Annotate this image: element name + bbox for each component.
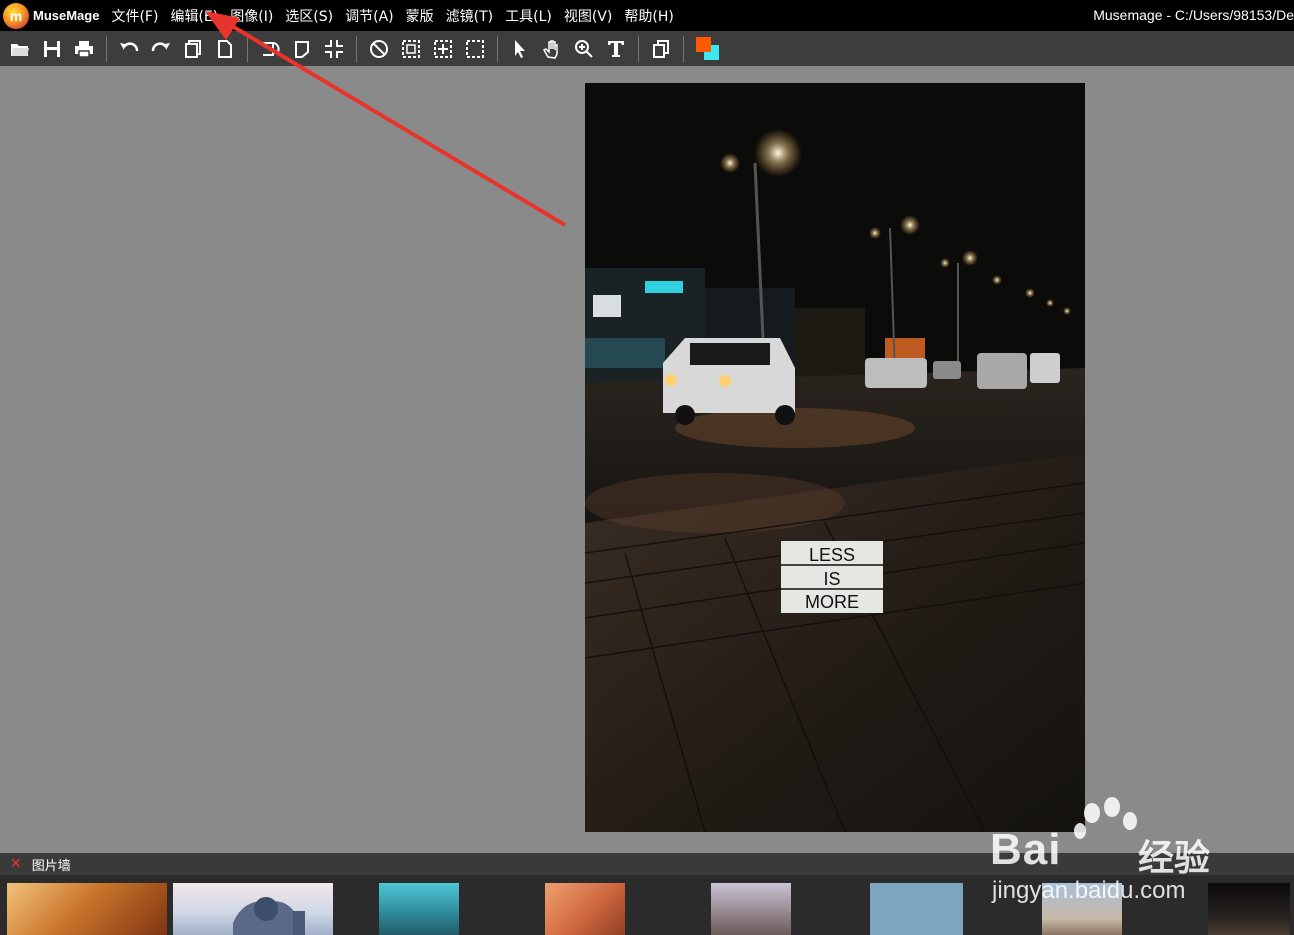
pointer-button[interactable] [506, 35, 534, 63]
toolbar-separator [356, 35, 357, 62]
pointer-icon [515, 39, 525, 58]
toolbar-separator [106, 35, 107, 62]
cathedral-silhouette [233, 897, 305, 935]
menu-image[interactable]: 图像(I) [224, 6, 279, 26]
deselect-button[interactable] [365, 35, 393, 63]
thumbnail-pizza[interactable] [7, 883, 167, 935]
toolbar-separator [247, 35, 248, 62]
layers-button[interactable] [647, 35, 675, 63]
less-is-more-sign: LESS IS MORE [781, 541, 883, 613]
image-wall-title: 图片墙 [31, 858, 71, 874]
text-button[interactable] [602, 35, 630, 63]
menu-help[interactable]: 帮助(H) [618, 6, 679, 26]
transform-select-button[interactable] [429, 35, 457, 63]
color-swatch[interactable] [694, 35, 722, 63]
layers-icon [653, 39, 669, 58]
toolbar [0, 31, 1294, 66]
window-title: Musemage - C:/Users/98153/De [1093, 7, 1294, 23]
rotate-right-button[interactable] [288, 35, 316, 63]
rotate-left-icon [263, 41, 280, 56]
toolbar-separator [638, 35, 639, 62]
marquee-button[interactable] [461, 35, 489, 63]
menu-adjust[interactable]: 调节(A) [339, 6, 400, 26]
thumbnail-lake[interactable] [379, 883, 459, 935]
deselect-icon [370, 39, 388, 58]
crop-button[interactable] [320, 35, 348, 63]
copy-icon [185, 39, 201, 58]
sign-line-3: MORE [805, 592, 859, 612]
menu-mask[interactable]: 蒙版 [400, 6, 440, 26]
watermark-brand: Bai [990, 825, 1062, 874]
hand-icon [542, 39, 558, 59]
menu-view[interactable]: 视图(V) [558, 6, 619, 26]
menu-filter[interactable]: 滤镜(T) [440, 6, 499, 26]
new-icon [218, 39, 232, 58]
toolbar-separator [497, 35, 498, 62]
print-icon [75, 40, 93, 58]
save-icon [44, 40, 60, 57]
text-icon [608, 40, 624, 57]
musemage-logo-icon: m [3, 2, 29, 29]
menu-select[interactable]: 选区(S) [279, 6, 339, 26]
thumbnail-canyon[interactable] [545, 883, 625, 935]
transform-select-icon [434, 39, 452, 58]
rect-select-button[interactable] [397, 35, 425, 63]
canvas-image[interactable]: LESS IS MORE [585, 83, 1085, 832]
rotate-right-icon [295, 40, 309, 58]
open-icon [11, 43, 29, 56]
menu-edit[interactable]: 编辑(E) [164, 6, 224, 26]
menu-file[interactable]: 文件(F) [105, 6, 164, 26]
redo-button[interactable] [147, 35, 175, 63]
title-bar: m MuseMage 文件(F) 编辑(E) 图像(I) 选区(S) 调节(A)… [0, 0, 1294, 31]
thumbnail-cathedral[interactable] [173, 883, 333, 935]
foreground-color-swatch[interactable] [696, 36, 711, 52]
watermark-brand-cn: 经验 [1138, 838, 1211, 879]
zoom-button[interactable] [570, 35, 598, 63]
menu-bar: 文件(F) 编辑(E) 图像(I) 选区(S) 调节(A) 蒙版 滤镜(T) 工… [105, 6, 679, 26]
watermark-url: jingyan.baidu.com [992, 877, 1186, 904]
copy-button[interactable] [179, 35, 207, 63]
save-button[interactable] [38, 35, 66, 63]
marquee-icon [466, 39, 484, 58]
menu-tools[interactable]: 工具(L) [499, 6, 558, 26]
redo-icon [151, 41, 170, 51]
thumbnail-sky[interactable] [870, 883, 963, 935]
rotate-left-button[interactable] [256, 35, 284, 63]
thumbnail-colosseum[interactable] [711, 883, 791, 935]
zoom-icon [575, 39, 593, 58]
hand-button[interactable] [538, 35, 566, 63]
car [663, 338, 795, 425]
night-street-photo: LESS IS MORE [585, 83, 1085, 832]
paw-icon [1074, 797, 1137, 839]
baidu-watermark: Bai 经验 jingyan.baidu.com [990, 795, 1290, 925]
crop-icon [325, 39, 343, 58]
app-name: MuseMage [33, 8, 100, 23]
rect-select-icon [402, 39, 420, 58]
new-button[interactable] [211, 35, 239, 63]
open-button[interactable] [6, 35, 34, 63]
app-logo: m MuseMage [3, 2, 100, 29]
close-icon[interactable]: ✕ [10, 856, 22, 872]
print-button[interactable] [70, 35, 98, 63]
undo-button[interactable] [115, 35, 143, 63]
undo-icon [120, 41, 139, 51]
sign-line-2: IS [823, 569, 840, 589]
sign-line-1: LESS [809, 545, 855, 565]
toolbar-separator [683, 35, 684, 62]
